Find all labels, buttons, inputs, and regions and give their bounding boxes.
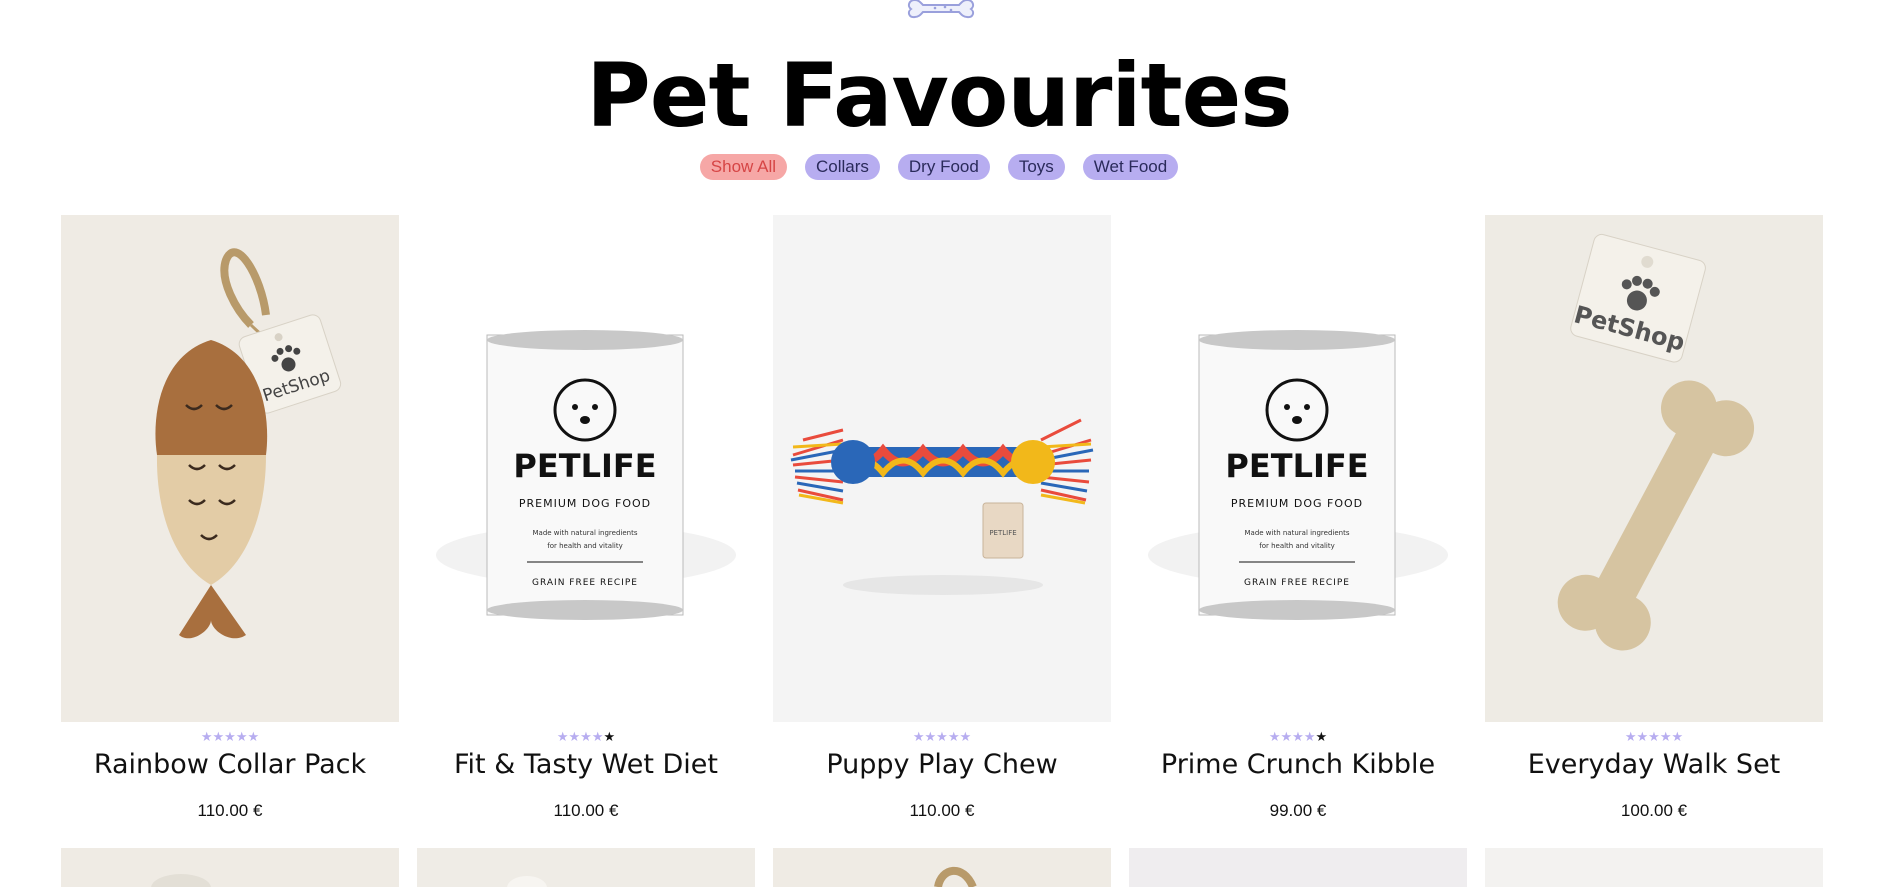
can-recipe: GRAIN FREE RECIPE [532,578,638,588]
filter-toys[interactable]: Toys [1007,154,1065,180]
product-price: 110.00 € [553,801,619,820]
product-name[interactable]: Rainbow Collar Pack [61,745,399,785]
can-brand: PETLIFE [513,447,656,485]
product-image[interactable]: PETLIFE PREMIUM DOG FOOD Made with natur… [1129,215,1467,722]
can-desc-line-2: for health and vitality [1259,542,1335,550]
product-name[interactable]: Prime Crunch Kibble [1129,745,1467,785]
product-price: 99.00 € [1269,801,1327,820]
dog-food-can-icon: PETLIFE PREMIUM DOG FOOD Made with natur… [1129,215,1467,722]
can-brand: PETLIFE [1225,447,1368,485]
product-card[interactable]: PetShop ★★★★★ Rainbow Collar Pack 110.00… [61,215,399,820]
product-name[interactable]: Everyday Walk Set [1485,745,1823,785]
filter-show-all[interactable]: Show All [699,154,787,180]
rating-stars: ★★★★★ [912,729,972,744]
bone-ornament-icon [907,0,975,19]
product-grid-row-2 [61,848,1823,887]
product-image[interactable]: PETLIFE [773,215,1111,722]
product-card[interactable]: PETLIFE ★★★★★ Puppy Play Chew 110.00 € [773,215,1111,820]
product-image[interactable] [1485,848,1823,887]
product-name[interactable]: Puppy Play Chew [773,745,1111,785]
product-price: 110.00 € [197,801,263,820]
rope-toy-icon: PETLIFE [773,215,1111,722]
product-price: 100.00 € [1620,801,1688,820]
page-title: Pet Favourites [586,44,1292,147]
can-subtitle: PREMIUM DOG FOOD [519,497,651,510]
bone-toy-icon: PetShop [1485,215,1823,722]
tag-text: PETLIFE [989,529,1016,537]
filter-bar: Show All Collars Dry Food Toys Wet Food [0,154,1878,180]
product-card[interactable]: PETLIFE PREMIUM DOG FOOD Made with natur… [417,215,755,820]
filter-wet-food[interactable]: Wet Food [1082,154,1179,180]
product-image[interactable] [417,848,755,887]
dog-food-can-icon: PETLIFE PREMIUM DOG FOOD Made with natur… [417,215,755,722]
product-image[interactable]: PetShop [1485,215,1823,722]
product-image[interactable]: PETLIFE PREMIUM DOG FOOD Made with natur… [417,215,755,722]
product-name[interactable]: Fit & Tasty Wet Diet [417,745,755,785]
product-image[interactable] [773,848,1111,887]
rating-stars: ★★★★★ [556,729,616,744]
can-desc-line-2: for health and vitality [547,542,623,550]
product-card[interactable]: PETLIFE PREMIUM DOG FOOD Made with natur… [1129,215,1467,820]
rating-stars: ★★★★★ [200,729,260,744]
product-price: 110.00 € [909,801,975,820]
product-image[interactable]: PetShop [61,215,399,722]
can-recipe: GRAIN FREE RECIPE [1244,578,1350,588]
filter-dry-food[interactable]: Dry Food [897,154,990,180]
fish-toy-icon: PetShop [61,215,399,722]
can-desc-line-1: Made with natural ingredients [532,529,637,537]
filter-collars[interactable]: Collars [805,154,880,180]
product-image[interactable] [1129,848,1467,887]
rating-stars: ★★★★★ [1268,729,1328,744]
rating-stars: ★★★★★ [1624,729,1684,744]
can-desc-line-1: Made with natural ingredients [1244,529,1349,537]
product-image[interactable] [61,848,399,887]
product-card[interactable]: PetShop ★★★★★ Everyday Walk Set 100.00 € [1485,215,1823,820]
can-subtitle: PREMIUM DOG FOOD [1231,497,1363,510]
